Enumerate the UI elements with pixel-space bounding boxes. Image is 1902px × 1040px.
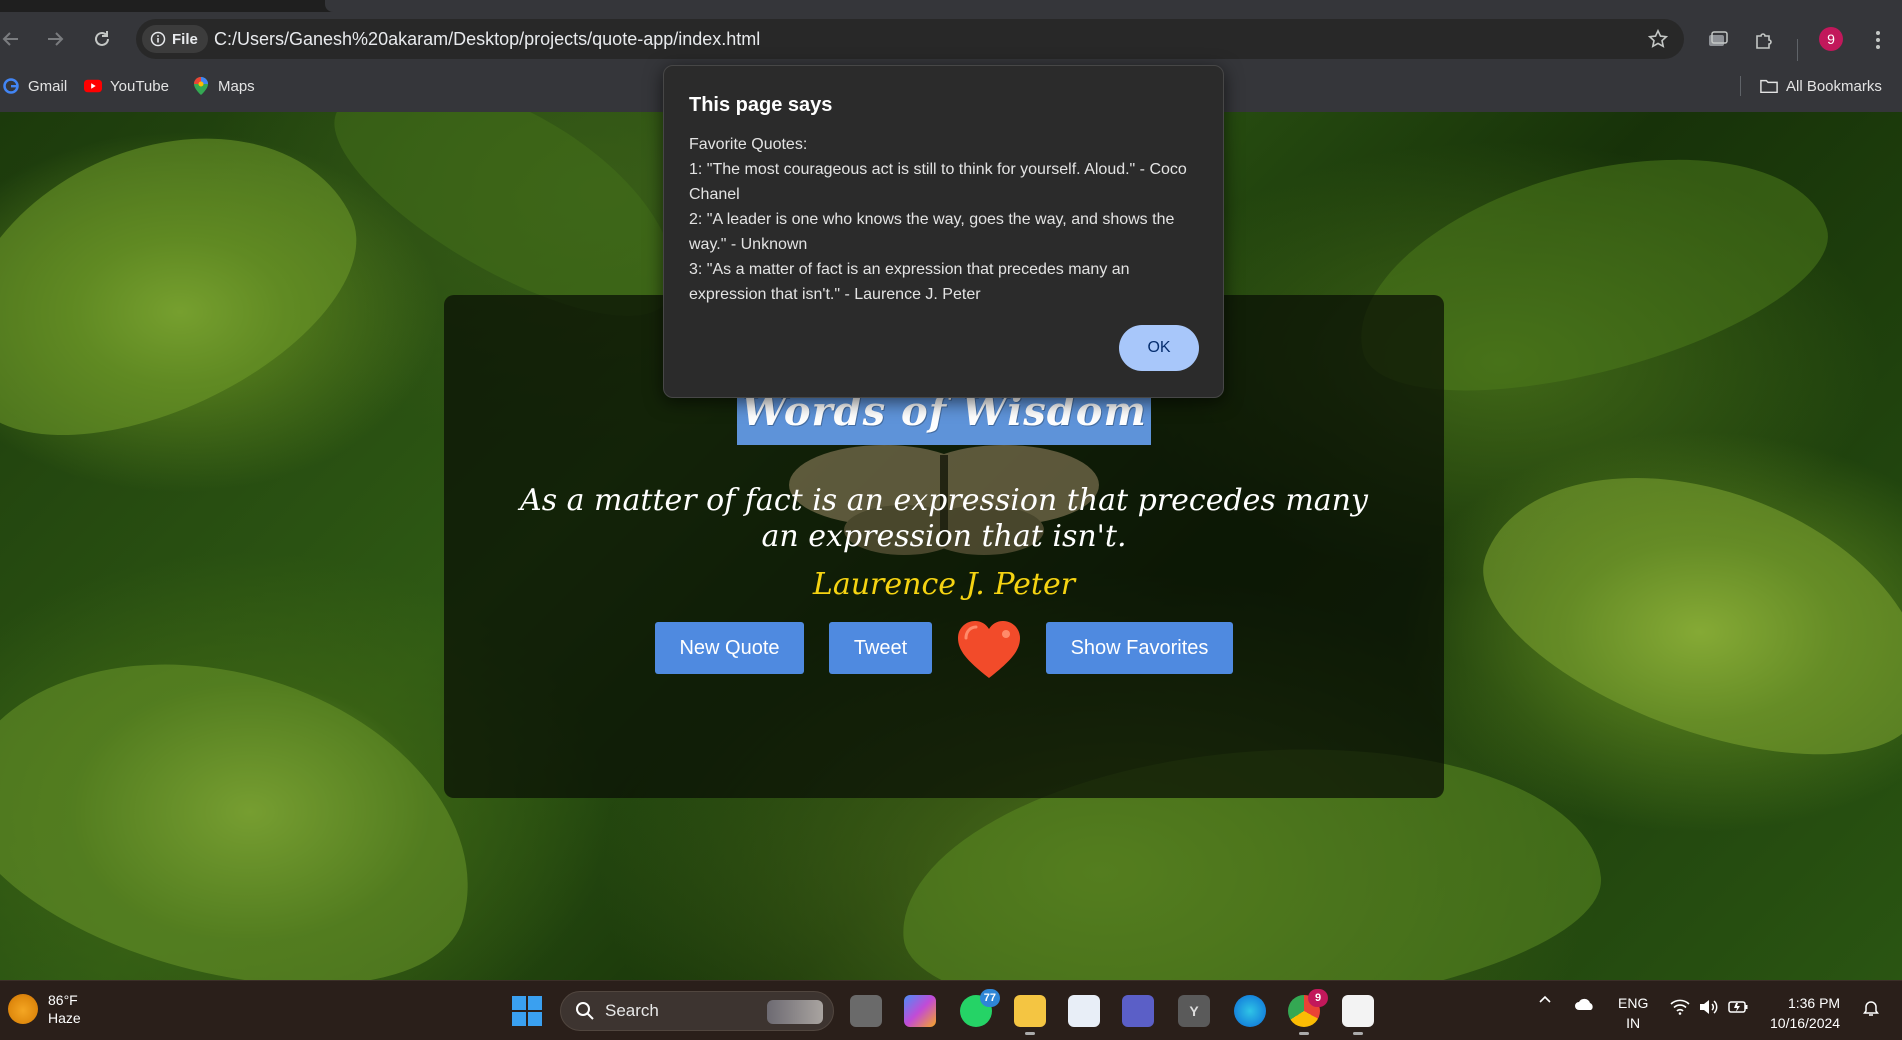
y-app-icon[interactable]: Y xyxy=(1178,995,1210,1027)
cast-button[interactable] xyxy=(1706,28,1730,52)
search-placeholder: Search xyxy=(605,1001,659,1020)
menu-button[interactable] xyxy=(1866,28,1890,52)
bookmark-star-icon[interactable] xyxy=(1648,29,1668,49)
notification-badge: 9 xyxy=(1308,989,1328,1007)
language-indicator[interactable]: ENG IN xyxy=(1618,993,1648,1033)
browser-toolbar: File C:/Users/Ganesh%20akaram/Desktop/pr… xyxy=(0,12,1902,66)
temperature: 86°F xyxy=(48,992,78,1008)
dialog-message: Favorite Quotes: 1: "The most courageous… xyxy=(689,136,1187,303)
whatsapp-icon[interactable]: 77 xyxy=(960,989,1000,1027)
bookmark-maps[interactable]: Maps xyxy=(192,66,255,106)
wifi-icon[interactable] xyxy=(1670,999,1690,1018)
system-clock[interactable]: 1:36 PM 10/16/2024 xyxy=(1770,993,1840,1033)
info-icon xyxy=(150,31,166,47)
all-bookmarks-button[interactable]: All Bookmarks xyxy=(1760,66,1882,106)
folder-icon xyxy=(1760,77,1778,95)
teams-icon[interactable] xyxy=(1122,995,1154,1027)
weather-widget[interactable]: 86°F Haze xyxy=(8,991,81,1027)
active-tab[interactable] xyxy=(325,0,1902,12)
weather-condition: Haze xyxy=(48,1010,81,1026)
media-icon xyxy=(1709,31,1728,46)
bookmark-label: YouTube xyxy=(110,77,169,95)
reload-button[interactable] xyxy=(87,24,117,54)
leaf-decoration xyxy=(0,609,510,980)
microsoft-store-icon[interactable] xyxy=(1068,995,1100,1027)
profile-avatar[interactable]: 9 xyxy=(1819,27,1843,51)
alert-dialog: This page says Favorite Quotes: 1: "The … xyxy=(663,65,1224,398)
edge-icon[interactable] xyxy=(1234,995,1266,1027)
ok-button[interactable]: OK xyxy=(1119,325,1199,371)
new-quote-button[interactable]: New Quote xyxy=(655,622,804,674)
windows-logo-icon xyxy=(512,1012,526,1026)
all-bookmarks-label: All Bookmarks xyxy=(1786,77,1882,95)
quote-author: Laurence J. Peter xyxy=(812,567,1076,602)
tweet-button[interactable]: Tweet xyxy=(829,622,932,674)
bookmark-gmail[interactable]: Gmail xyxy=(2,66,67,106)
bookmark-youtube[interactable]: YouTube xyxy=(84,66,169,106)
taskbar-search[interactable]: Search xyxy=(560,991,834,1031)
bookmarks-divider xyxy=(1740,76,1741,96)
reload-icon xyxy=(95,31,109,46)
windows-logo-icon xyxy=(512,996,526,1010)
snipping-tool-icon[interactable] xyxy=(1342,995,1374,1035)
tab-strip xyxy=(0,0,1902,12)
dialog-title: This page says xyxy=(689,94,833,116)
bookmark-label: Maps xyxy=(218,77,255,95)
leaf-decoration xyxy=(1452,420,1902,804)
quote-text: As a matter of fact is an expression tha… xyxy=(520,483,1368,554)
kebab-menu-icon xyxy=(1876,31,1880,49)
notification-bell-icon[interactable] xyxy=(1862,999,1880,1020)
clock-date: 10/16/2024 xyxy=(1770,1015,1841,1031)
language-code: ENG xyxy=(1618,995,1649,1011)
site-info-chip[interactable]: File xyxy=(142,25,208,53)
puzzle-icon xyxy=(1756,33,1772,49)
chevron-up-icon xyxy=(1539,995,1551,1003)
region-code: IN xyxy=(1626,1015,1641,1031)
search-highlight-image xyxy=(767,1000,823,1024)
google-icon xyxy=(2,77,20,95)
running-indicator xyxy=(1353,1032,1363,1035)
copilot-icon[interactable] xyxy=(904,995,936,1027)
windows-logo-icon xyxy=(528,1012,542,1026)
bookmark-label: Gmail xyxy=(28,77,68,95)
volume-icon[interactable] xyxy=(1698,999,1718,1018)
url-text[interactable]: C:/Users/Ganesh%20akaram/Desktop/project… xyxy=(214,19,760,59)
onedrive-icon[interactable] xyxy=(1574,997,1596,1014)
forward-arrow-icon xyxy=(48,32,64,46)
task-view-icon[interactable] xyxy=(850,995,882,1027)
start-button[interactable] xyxy=(512,996,542,1026)
battery-icon[interactable] xyxy=(1728,999,1748,1018)
show-hidden-icons[interactable] xyxy=(1538,993,1552,1010)
forward-button[interactable] xyxy=(40,24,70,54)
windows-logo-icon xyxy=(528,996,542,1010)
leaf-decoration xyxy=(0,112,396,489)
back-arrow-icon xyxy=(2,32,18,46)
favorite-heart-icon[interactable] xyxy=(956,620,1022,680)
show-favorites-button[interactable]: Show Favorites xyxy=(1046,622,1233,674)
youtube-icon xyxy=(84,77,102,95)
running-indicator xyxy=(1025,1032,1035,1035)
notification-badge: 77 xyxy=(979,989,1000,1007)
extensions-button[interactable] xyxy=(1752,28,1776,52)
search-icon xyxy=(576,1002,594,1020)
clock-time: 1:36 PM xyxy=(1787,995,1841,1011)
weather-haze-icon xyxy=(8,994,38,1024)
back-button[interactable] xyxy=(0,24,26,54)
chrome-icon[interactable]: 9 xyxy=(1288,989,1328,1035)
address-bar[interactable]: File C:/Users/Ganesh%20akaram/Desktop/pr… xyxy=(136,19,1684,59)
file-chip-label: File xyxy=(172,30,198,48)
running-indicator xyxy=(1299,1032,1309,1035)
maps-pin-icon xyxy=(192,77,210,95)
taskbar: 86°F Haze Search 77 Y 9 ENG IN 1:36 PM 1… xyxy=(0,980,1902,1040)
toolbar-divider xyxy=(1797,39,1798,61)
file-explorer-icon[interactable] xyxy=(1014,995,1046,1035)
